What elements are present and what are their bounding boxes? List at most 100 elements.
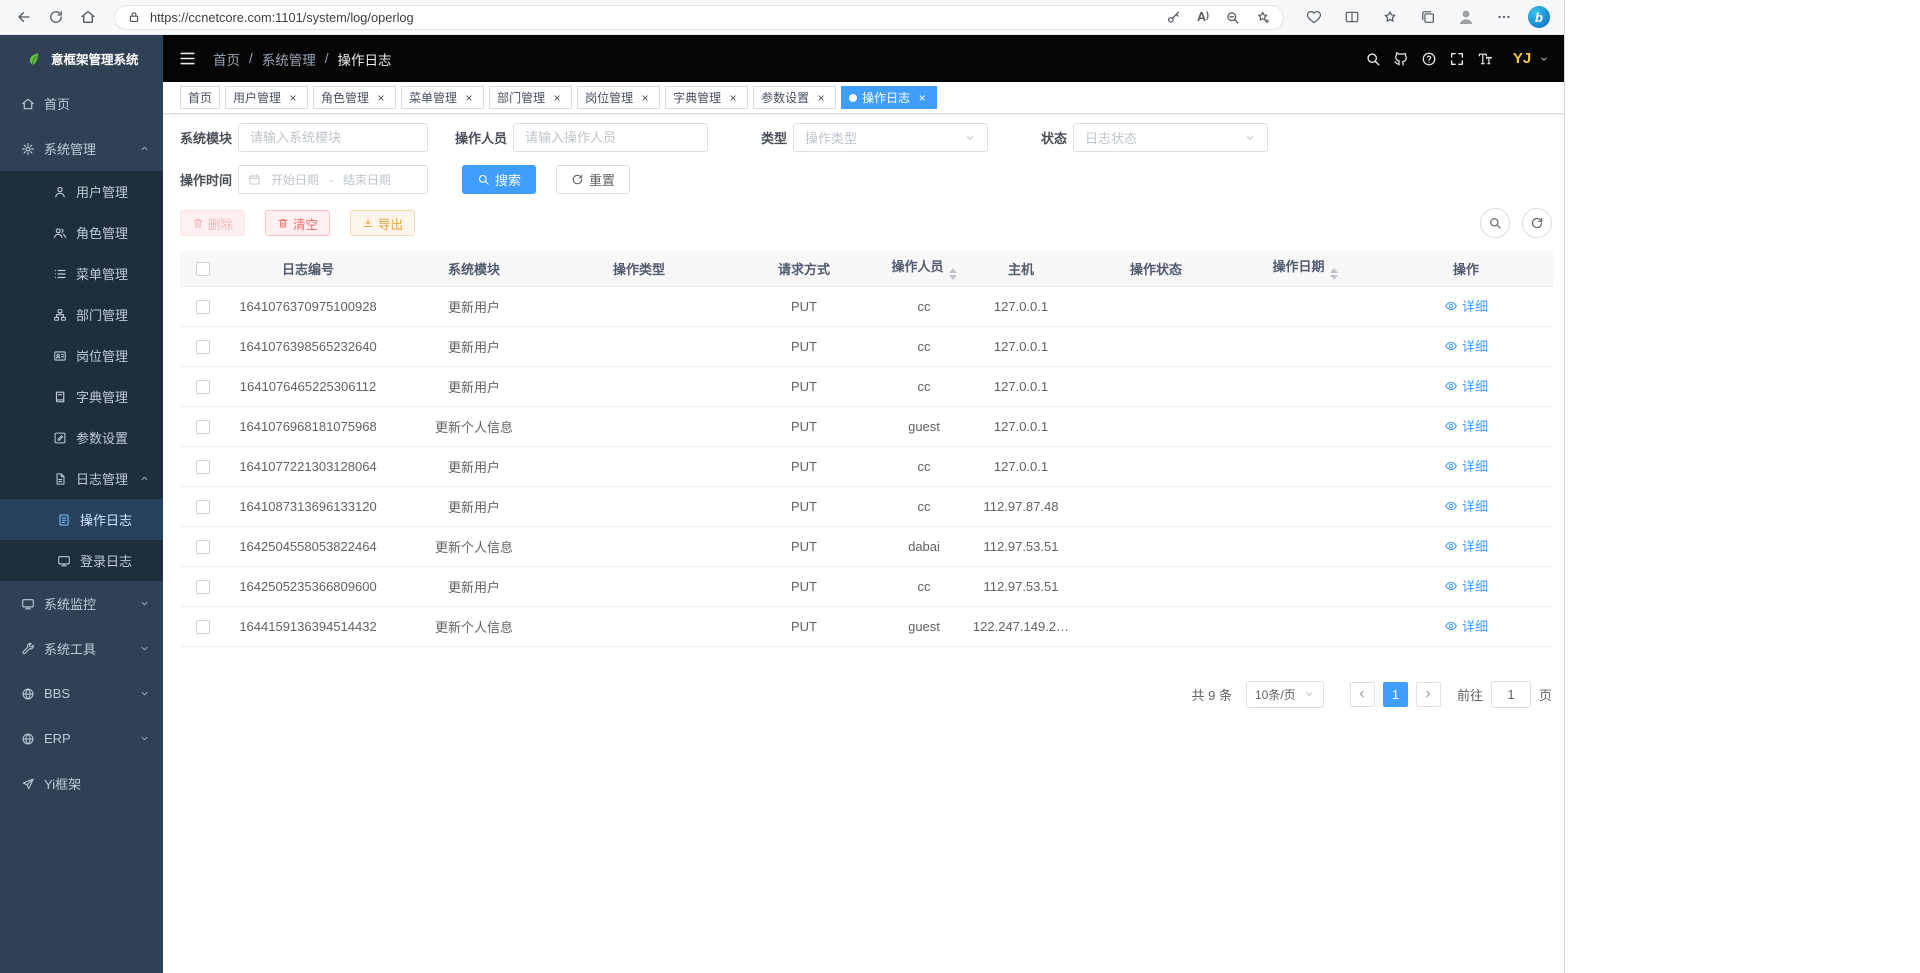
bing-icon[interactable]: b [1528,6,1550,28]
sidebar-group-erp[interactable]: ERP [0,716,163,761]
address-bar[interactable]: https://ccnetcore.com:1101/system/log/op… [114,5,1284,30]
caret-down-icon[interactable] [1539,54,1549,64]
tab-role-mgmt[interactable]: 角色管理× [313,86,396,109]
next-page-button[interactable] [1416,682,1441,707]
add-favorite-icon[interactable] [1256,10,1271,25]
sort-icons[interactable] [949,268,957,280]
reset-button[interactable]: 重置 [556,165,630,194]
tab-dept-mgmt[interactable]: 部门管理× [489,86,572,109]
col-operator[interactable]: 操作人员 [887,251,961,286]
col-date[interactable]: 操作日期 [1231,251,1379,286]
favorites-icon[interactable] [1376,3,1404,31]
header-search-icon[interactable] [1359,45,1387,73]
github-icon[interactable] [1387,45,1415,73]
back-icon[interactable] [10,3,38,31]
split-screen-icon[interactable] [1338,3,1366,31]
profile-avatar[interactable] [1452,3,1480,31]
page-size-select[interactable]: 10条/页 [1246,681,1324,708]
user-logo[interactable]: YJ [1507,45,1537,73]
detail-link[interactable]: 详细 [1444,576,1488,595]
sidebar-item-menu-mgmt[interactable]: 菜单管理 [0,253,163,294]
row-checkbox[interactable] [196,420,210,434]
breadcrumb-item[interactable]: 首页 [213,49,240,69]
row-checkbox[interactable] [196,380,210,394]
tab-user-mgmt[interactable]: 用户管理× [225,86,308,109]
goto-page-input[interactable] [1491,681,1531,708]
detail-link[interactable]: 详细 [1444,416,1488,435]
row-checkbox[interactable] [196,340,210,354]
url-text[interactable]: https://ccnetcore.com:1101/system/log/op… [150,10,1157,25]
sort-desc-icon[interactable] [949,275,957,280]
sidebar-item-home[interactable]: 首页 [0,81,163,126]
sidebar-group-system-tools[interactable]: 系统工具 [0,626,163,671]
sidebar-toggle-icon[interactable] [178,49,197,68]
tab-post-mgmt[interactable]: 岗位管理× [577,86,660,109]
toggle-search-button[interactable] [1480,208,1510,238]
search-button[interactable]: 搜索 [462,165,536,194]
delete-button[interactable]: 删除 [180,210,245,236]
sidebar-item-yi-framework[interactable]: Yi框架 [0,761,163,806]
sidebar-item-dict-mgmt[interactable]: 字典管理 [0,376,163,417]
close-icon[interactable]: × [726,91,740,105]
date-range-picker[interactable]: 开始日期 - 结束日期 [238,165,428,194]
sort-asc-icon[interactable] [1330,268,1338,273]
detail-link[interactable]: 详细 [1444,376,1488,395]
close-icon[interactable]: × [638,91,652,105]
more-icon[interactable] [1490,3,1518,31]
close-icon[interactable]: × [462,91,476,105]
detail-link[interactable]: 详细 [1444,616,1488,635]
tab-param-settings[interactable]: 参数设置× [753,86,836,109]
detail-link[interactable]: 详细 [1444,296,1488,315]
close-icon[interactable]: × [286,91,300,105]
tab-dict-mgmt[interactable]: 字典管理× [665,86,748,109]
detail-link[interactable]: 详细 [1444,456,1488,475]
sidebar-group-log-mgmt[interactable]: 日志管理 [0,458,163,499]
sidebar-group-bbs[interactable]: BBS [0,671,163,716]
module-input[interactable] [238,123,428,152]
sort-icons[interactable] [1330,268,1338,280]
sort-asc-icon[interactable] [949,268,957,273]
type-select[interactable]: 操作类型 [793,123,988,152]
sidebar-item-dept-mgmt[interactable]: 部门管理 [0,294,163,335]
zoom-out-icon[interactable] [1225,10,1240,25]
close-icon[interactable]: × [374,91,388,105]
prev-page-button[interactable] [1350,682,1375,707]
operator-input[interactable] [513,123,708,152]
sort-desc-icon[interactable] [1330,275,1338,280]
key-icon[interactable] [1166,10,1181,25]
close-icon[interactable]: × [550,91,564,105]
row-checkbox[interactable] [196,500,210,514]
row-checkbox[interactable] [196,460,210,474]
browser-home-icon[interactable] [74,3,102,31]
sidebar-group-system-monitor[interactable]: 系统监控 [0,581,163,626]
clear-button[interactable]: 清空 [265,210,330,236]
close-icon[interactable]: × [814,91,828,105]
sidebar-item-param-settings[interactable]: 参数设置 [0,417,163,458]
status-select[interactable]: 日志状态 [1073,123,1268,152]
sidebar-item-user-mgmt[interactable]: 用户管理 [0,171,163,212]
sidebar-item-oper-log[interactable]: 操作日志 [0,499,163,540]
row-checkbox[interactable] [196,300,210,314]
sidebar-item-login-log[interactable]: 登录日志 [0,540,163,581]
font-size-icon[interactable] [1471,45,1499,73]
help-icon[interactable] [1415,45,1443,73]
collections-icon[interactable] [1414,3,1442,31]
row-checkbox[interactable] [196,580,210,594]
breadcrumb-item[interactable]: 系统管理 [262,49,316,69]
sidebar-group-system-mgmt[interactable]: 系统管理 [0,126,163,171]
export-button[interactable]: 导出 [350,210,415,236]
detail-link[interactable]: 详细 [1444,336,1488,355]
table-refresh-button[interactable] [1522,208,1552,238]
fullscreen-icon[interactable] [1443,45,1471,73]
tab-home[interactable]: 首页 [180,86,220,109]
browser-essentials-icon[interactable] [1300,3,1328,31]
detail-link[interactable]: 详细 [1444,536,1488,555]
detail-link[interactable]: 详细 [1444,496,1488,515]
close-icon[interactable]: × [915,91,929,105]
tab-menu-mgmt[interactable]: 菜单管理× [401,86,484,109]
tab-oper-log[interactable]: 操作日志× [841,86,937,109]
sidebar-item-post-mgmt[interactable]: 岗位管理 [0,335,163,376]
sidebar-item-role-mgmt[interactable]: 角色管理 [0,212,163,253]
reload-icon[interactable] [42,3,70,31]
read-aloud-icon[interactable]: A) [1197,10,1209,24]
